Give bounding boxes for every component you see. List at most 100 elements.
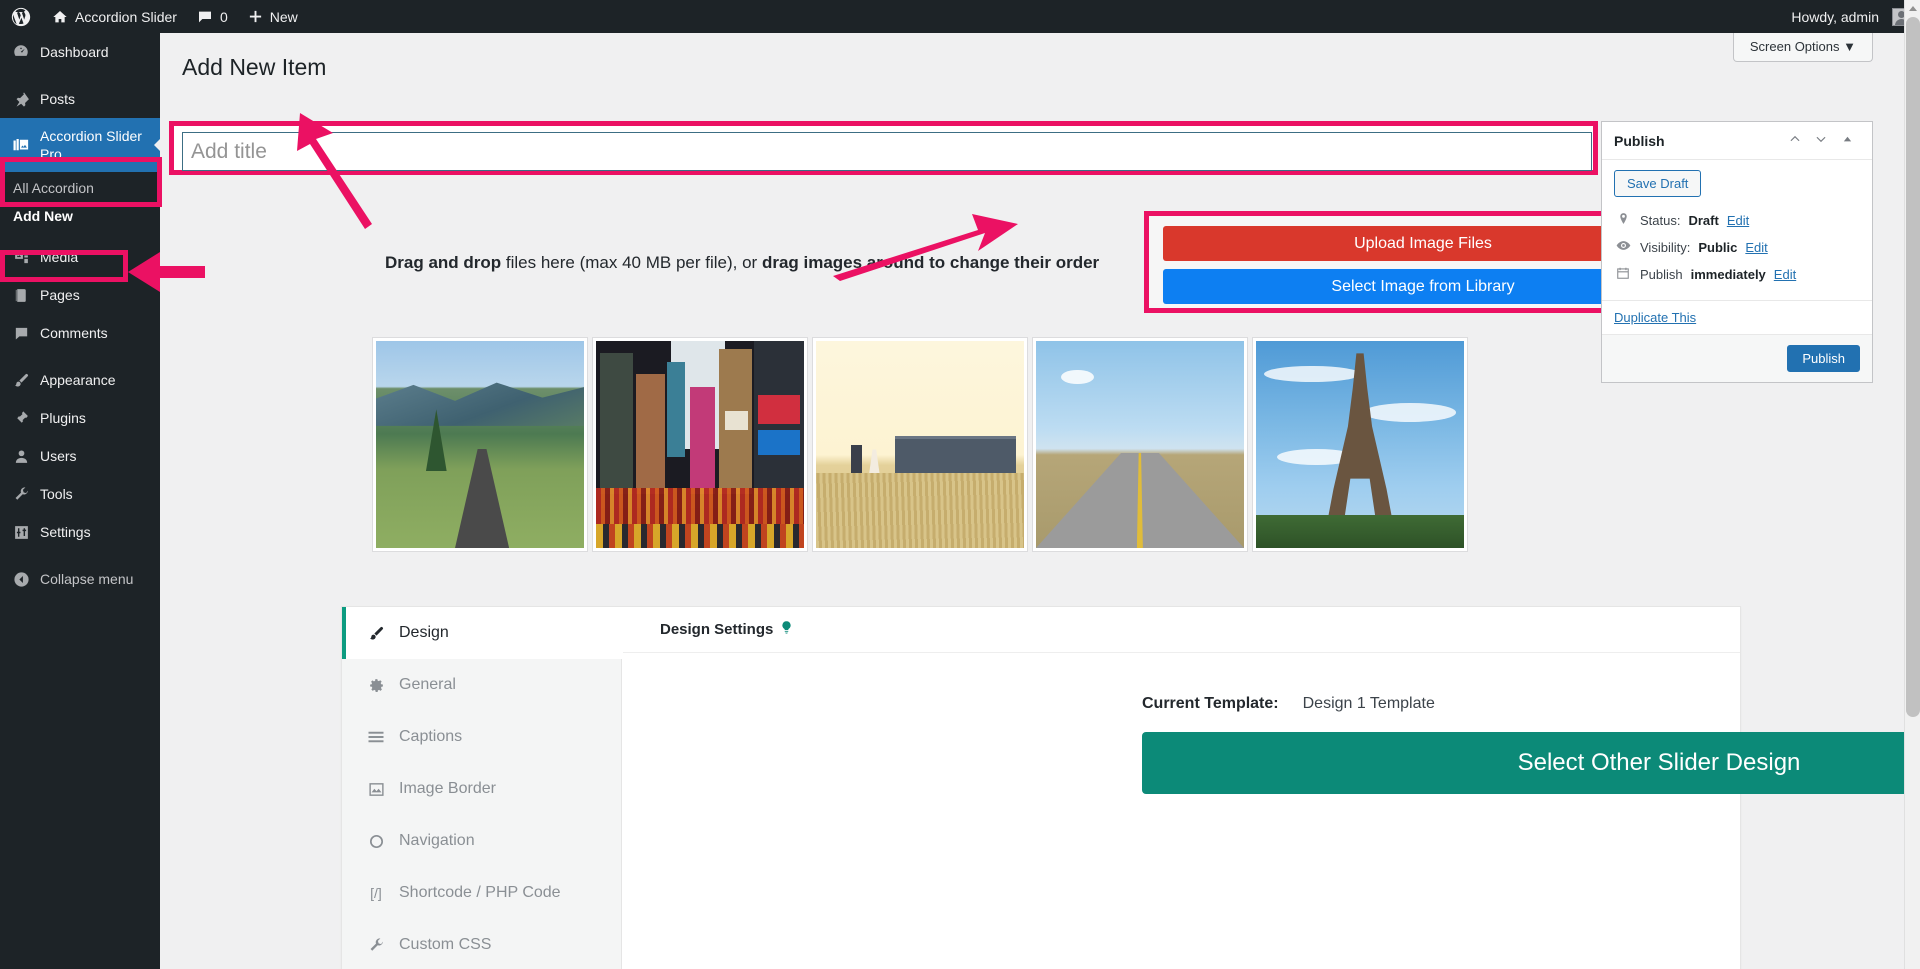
collapse-menu-button[interactable]: Collapse menu (0, 560, 160, 598)
publish-status-row: Status: Draft Edit (1614, 207, 1860, 233)
publish-button[interactable]: Publish (1787, 345, 1860, 372)
sidebar-item-plugins[interactable]: Plugins (0, 399, 160, 437)
accordion-slider-submenu: All Accordion Add New (0, 172, 160, 238)
tab-label: Custom CSS (399, 936, 492, 953)
publish-status-value: Draft (1688, 212, 1719, 228)
tab-shortcode-php-code[interactable]: [/] Shortcode / PHP Code (342, 867, 621, 919)
publish-schedule-label: Publish (1640, 267, 1683, 282)
tab-general[interactable]: General (342, 659, 621, 711)
grass-shape (816, 473, 1024, 548)
scrollbar-thumb[interactable] (1906, 17, 1920, 717)
title-input[interactable] (182, 132, 1592, 171)
user-icon (11, 446, 31, 466)
dashboard-icon (11, 42, 31, 62)
tree-shape (425, 409, 447, 472)
publish-title: Publish (1614, 132, 1665, 149)
wordpress-logo-menu[interactable] (0, 0, 42, 33)
tab-image-border[interactable]: Image Border (342, 763, 621, 815)
sidebar-item-users[interactable]: Users (0, 437, 160, 475)
wrench-icon (366, 935, 386, 955)
save-draft-button[interactable]: Save Draft (1614, 170, 1702, 197)
pages-icon (11, 285, 31, 305)
paintbrush-icon (11, 370, 31, 390)
home-icon (53, 10, 67, 22)
publish-metabox-body: Save Draft Status: Draft Edit Visibility… (1602, 160, 1872, 300)
sidebar-item-tools[interactable]: Tools (0, 475, 160, 513)
my-account-menu[interactable]: Howdy, admin (1781, 0, 1920, 33)
new-content-menu[interactable]: New (238, 0, 308, 33)
pin-marker-icon (1614, 212, 1632, 228)
select-other-slider-design-button[interactable]: Select Other Slider Design (1142, 732, 1920, 794)
eye-icon (1614, 238, 1632, 256)
publish-status-label: Status: (1640, 212, 1681, 228)
tab-design[interactable]: Design (342, 607, 623, 659)
thumb-eiffel-tower[interactable] (1252, 337, 1468, 552)
sidebar-item-media[interactable]: Media (0, 238, 160, 276)
screen-options-tab[interactable]: Screen Options ▼ (1732, 33, 1873, 62)
publish-visibility-edit-link[interactable]: Edit (1745, 240, 1767, 255)
scrollbar-up-arrow-icon[interactable] (1905, 0, 1920, 17)
road-dashes (477, 456, 480, 540)
site-name-label: Accordion Slider (75, 8, 177, 25)
lines-icon (366, 727, 386, 747)
settings-tab-content: Design Settings Current Template: Design… (622, 607, 1920, 969)
sliders-icon (11, 522, 31, 542)
page-scrollbar[interactable] (1904, 0, 1920, 969)
screen-options-wrap: Screen Options ▼ (1732, 33, 1873, 62)
gear-icon (366, 675, 386, 695)
current-template-row: Current Template: Design 1 Template (1142, 695, 1435, 713)
thumb-image (596, 341, 804, 548)
tab-navigation[interactable]: Navigation (342, 815, 621, 867)
duplicate-this-link[interactable]: Duplicate This (1614, 310, 1696, 325)
comments-bubble[interactable]: 0 (187, 0, 238, 33)
cloud-shape (1060, 369, 1095, 385)
publish-schedule-edit-link[interactable]: Edit (1774, 267, 1796, 282)
chevron-up-icon[interactable] (1782, 132, 1808, 149)
screen-options-label: Screen Options (1749, 39, 1840, 54)
drop-text-plain: files here (max 40 MB per file), or (501, 253, 762, 272)
tab-custom-css[interactable]: Custom CSS (342, 919, 621, 969)
publish-metabox-footer: Publish (1602, 334, 1872, 382)
chevron-down-icon[interactable] (1808, 132, 1834, 149)
thumb-open-road[interactable] (1032, 337, 1248, 552)
tab-label: Image Border (399, 780, 496, 797)
tab-label: Navigation (399, 832, 475, 849)
sidebar-item-label: Users (40, 448, 77, 464)
publish-status-edit-link[interactable]: Edit (1727, 213, 1749, 228)
collapse-arrow-icon (11, 569, 31, 589)
sidebar-item-pages[interactable]: Pages (0, 276, 160, 314)
comment-bubble-icon (198, 11, 211, 22)
tab-captions[interactable]: Captions (342, 711, 621, 763)
site-name-menu[interactable]: Accordion Slider (42, 0, 187, 33)
sidebar-item-all-accordion[interactable]: All Accordion (0, 174, 160, 202)
sidebar-item-label: Appearance (40, 372, 116, 388)
thumb-wedding-field[interactable] (812, 337, 1028, 552)
sidebar-item-appearance[interactable]: Appearance (0, 361, 160, 399)
drop-text-strong-2: drag images around to change their order (761, 253, 1100, 272)
sidebar-item-accordion-slider-pro[interactable]: Accordion Slider Pro (0, 118, 161, 172)
building-shape (600, 353, 634, 495)
sidebar-item-settings[interactable]: Settings (0, 513, 160, 551)
thumb-image (1256, 341, 1464, 548)
drop-text-strong-1: Drag and drop (385, 253, 502, 272)
new-label: New (269, 8, 298, 25)
thumb-mountain-road[interactable] (372, 337, 588, 552)
sidebar-item-posts[interactable]: Posts (0, 80, 160, 118)
toggle-panel-icon[interactable] (1834, 133, 1860, 148)
thumb-image (376, 341, 584, 548)
sidebar-item-dashboard[interactable]: Dashboard (0, 33, 160, 71)
image-icon (366, 779, 386, 799)
collapse-menu-label: Collapse menu (40, 571, 134, 587)
thumb-times-square[interactable] (592, 337, 808, 552)
lightbulb-icon[interactable] (779, 620, 794, 639)
current-template-label: Current Template: (1142, 695, 1279, 712)
sidebar-item-add-new[interactable]: Add New (0, 202, 160, 230)
sidebar-separator (0, 551, 160, 560)
calendar-icon (1614, 266, 1632, 283)
tab-label: Shortcode / PHP Code (399, 884, 561, 901)
cloud-shape (1264, 365, 1360, 383)
sidebar-separator (0, 71, 160, 80)
code-brackets-icon: [/] (370, 885, 382, 901)
drag-drop-instructions: Drag and drop files here (max 40 MB per … (385, 253, 1099, 273)
sidebar-item-comments[interactable]: Comments (0, 314, 160, 352)
